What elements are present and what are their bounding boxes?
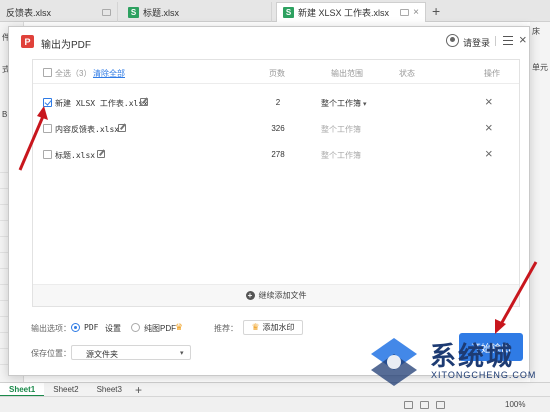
- tab-label: 标题.xlsx: [143, 7, 180, 18]
- toolbar-fragment: B: [2, 110, 8, 119]
- status-bar: 100%: [0, 396, 550, 412]
- file-row: 标题.xlsx 278 整个工作簿 ×: [33, 142, 519, 168]
- add-more-files-label: 继续添加文件: [258, 291, 307, 300]
- plus-circle-icon: +: [245, 291, 255, 300]
- file-name: 新建 XLSX 工作表.xlsx: [55, 99, 148, 108]
- export-pdf-dialog: P 输出为PDF 请登录 × 全选（3） 清除全部 页数 输出范围 状态 操作 …: [8, 26, 530, 376]
- chevron-down-icon: ▾: [180, 350, 184, 357]
- file-page-count: 326: [271, 124, 285, 133]
- user-avatar-icon[interactable]: [446, 34, 459, 47]
- file-table-header: 全选（3） 清除全部 页数 输出范围 状态 操作: [33, 60, 519, 84]
- file-name: 标题.xlsx: [55, 151, 96, 160]
- file-row: 新建 XLSX 工作表.xlsx 2 整个工作簿 ▾ ×: [33, 90, 519, 116]
- add-more-files-button[interactable]: + 继续添加文件: [33, 284, 519, 306]
- crown-icon: ♛: [251, 322, 260, 332]
- save-location-label: 保存位置：: [31, 349, 71, 358]
- pdf-radio-label: PDF: [84, 323, 99, 332]
- pdf-radio[interactable]: [71, 323, 80, 332]
- select-all-label: 全选（3）: [55, 69, 92, 78]
- zoom-level[interactable]: 100%: [505, 400, 525, 409]
- site-watermark-logo: 系统城 XITONGCHENG.COM: [355, 328, 550, 396]
- menu-icon[interactable]: [503, 36, 513, 45]
- new-tab-button[interactable]: +: [432, 3, 440, 19]
- chevron-down-icon: ▾: [363, 101, 367, 108]
- col-header-pages: 页数: [269, 69, 285, 78]
- remove-file-icon[interactable]: ×: [485, 94, 493, 109]
- add-sheet-button[interactable]: +: [135, 383, 142, 397]
- watermark-url: XITONGCHENG.COM: [431, 370, 537, 380]
- monitor-icon: [400, 9, 410, 16]
- file-page-count: 2: [275, 98, 281, 107]
- remove-file-icon[interactable]: ×: [485, 146, 493, 161]
- toolbar-fragment: 床: [532, 27, 540, 36]
- monitor-icon: [102, 8, 111, 16]
- tab-label: 新建 XLSX 工作表.xlsx: [298, 8, 390, 18]
- col-header-status: 状态: [399, 69, 415, 78]
- clear-all-link[interactable]: 清除全部: [93, 68, 125, 79]
- recommend-label: 推荐：: [214, 324, 238, 333]
- header-divider: [495, 36, 496, 46]
- sheet-tab-1[interactable]: Sheet1: [0, 382, 45, 397]
- document-tab-bar: 反馈表.xlsx S 标题.xlsx S 新建 XLSX 工作表.xlsx × …: [0, 0, 550, 22]
- file-checkbox[interactable]: [43, 124, 52, 133]
- add-watermark-button[interactable]: ♛ 添加水印: [243, 320, 303, 335]
- output-range-select[interactable]: 整个工作簿 ▾: [321, 98, 367, 109]
- crown-icon: ♛: [175, 322, 184, 332]
- login-link[interactable]: 请登录: [463, 36, 490, 49]
- tab-new-xlsx[interactable]: S 新建 XLSX 工作表.xlsx ×: [276, 2, 426, 22]
- tab-label: 反馈表.xlsx: [6, 7, 52, 18]
- pdf-settings-link[interactable]: 设置: [105, 323, 121, 334]
- add-watermark-label: 添加水印: [262, 323, 295, 332]
- spreadsheet-s-icon: S: [283, 7, 294, 18]
- page-view-icon[interactable]: [436, 401, 445, 409]
- rename-edit-icon[interactable]: [140, 98, 148, 106]
- sheet-tab-2[interactable]: Sheet2: [44, 383, 87, 397]
- output-range-select[interactable]: 整个工作簿: [321, 150, 361, 161]
- file-name: 内容反馈表.xlsx: [55, 125, 120, 134]
- dialog-title: 输出为PDF: [41, 40, 91, 51]
- image-pdf-label: 纯图PDF: [144, 324, 176, 333]
- eye-icon[interactable]: [404, 401, 413, 409]
- toolbar-fragment: 单元: [532, 63, 548, 72]
- col-header-action: 操作: [484, 69, 500, 78]
- file-checkbox[interactable]: [43, 98, 52, 107]
- normal-view-icon[interactable]: [420, 401, 429, 409]
- sheet-tab-3[interactable]: Sheet3: [88, 383, 131, 397]
- range-value: 整个工作簿: [321, 99, 361, 108]
- rename-edit-icon[interactable]: [97, 150, 105, 158]
- file-checkbox[interactable]: [43, 150, 52, 159]
- pdf-logo-icon: P: [21, 35, 34, 48]
- tab-close-icon[interactable]: ×: [413, 7, 419, 18]
- tab-title-xlsx[interactable]: S 标题.xlsx: [122, 2, 272, 22]
- file-list-panel: 全选（3） 清除全部 页数 输出范围 状态 操作 新建 XLSX 工作表.xls…: [32, 59, 520, 307]
- spreadsheet-s-icon: S: [128, 6, 139, 18]
- watermark-title: 系统城: [430, 342, 515, 372]
- close-icon[interactable]: ×: [519, 32, 527, 47]
- dialog-header: P 输出为PDF 请登录 ×: [9, 27, 529, 55]
- output-range-select[interactable]: 整个工作簿: [321, 124, 361, 135]
- tab-feedback-xlsx[interactable]: 反馈表.xlsx: [0, 2, 118, 22]
- select-all-checkbox[interactable]: [43, 68, 52, 77]
- file-row: 内容反馈表.xlsx 326 整个工作簿 ×: [33, 116, 519, 142]
- rename-edit-icon[interactable]: [118, 124, 126, 132]
- output-options-label: 输出选项：: [31, 324, 71, 333]
- remove-file-icon[interactable]: ×: [485, 120, 493, 135]
- image-pdf-radio[interactable]: [131, 323, 140, 332]
- col-header-range: 输出范围: [331, 69, 363, 78]
- logo-graphic-icon: [371, 338, 417, 386]
- save-location-select[interactable]: 源文件夹 ▾: [71, 345, 191, 360]
- file-page-count: 278: [271, 150, 285, 159]
- save-location-value: 源文件夹: [86, 350, 118, 359]
